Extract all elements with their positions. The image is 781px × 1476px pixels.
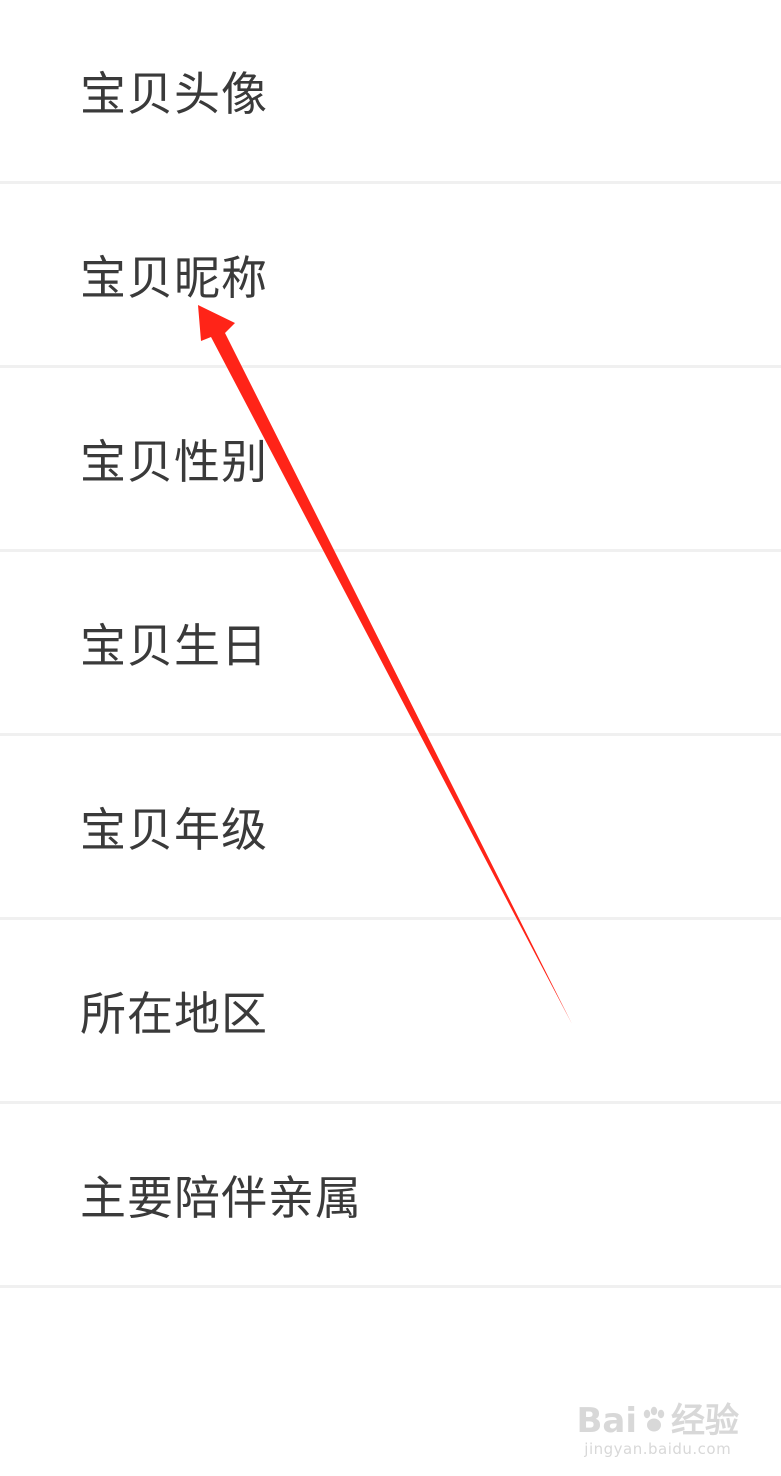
settings-row-avatar[interactable]: 宝贝头像: [0, 0, 781, 184]
baidu-jingyan-watermark: Bai 经验 jingyan.baidu.com: [576, 1402, 739, 1458]
settings-row-nickname[interactable]: 宝贝昵称: [0, 184, 781, 368]
settings-row-region[interactable]: 所在地区: [0, 920, 781, 1104]
watermark-brand-left: Bai: [576, 1401, 637, 1441]
watermark-brand: Bai 经验: [576, 1402, 739, 1440]
watermark-url: jingyan.baidu.com: [584, 1440, 732, 1458]
watermark-brand-right: 经验: [671, 1401, 739, 1441]
settings-row-main-companion[interactable]: 主要陪伴亲属: [0, 1104, 781, 1288]
settings-row-label: 所在地区: [80, 986, 268, 1041]
settings-row-label: 宝贝昵称: [80, 250, 268, 305]
settings-row-gender[interactable]: 宝贝性别: [0, 368, 781, 552]
settings-row-label: 宝贝生日: [80, 618, 268, 673]
paw-icon: [643, 1406, 665, 1432]
settings-row-grade[interactable]: 宝贝年级: [0, 736, 781, 920]
settings-row-birthday[interactable]: 宝贝生日: [0, 552, 781, 736]
settings-row-label: 宝贝头像: [80, 66, 268, 121]
settings-row-label: 主要陪伴亲属: [80, 1170, 362, 1225]
settings-row-label: 宝贝性别: [80, 434, 268, 489]
settings-row-label: 宝贝年级: [80, 802, 268, 857]
